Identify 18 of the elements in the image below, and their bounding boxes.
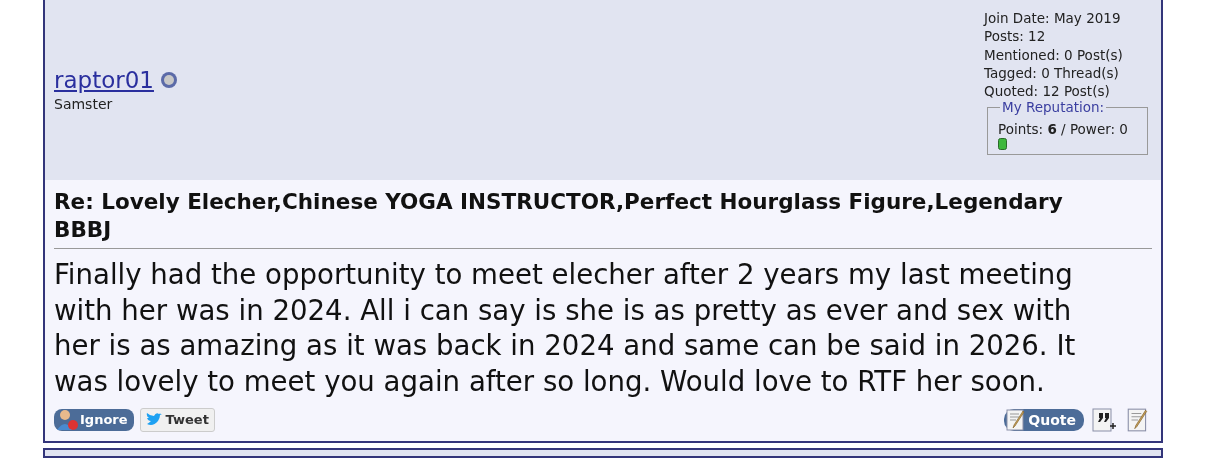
- user-stat: Quoted: 12 Post(s): [984, 82, 1111, 101]
- person-icon: [54, 408, 80, 432]
- ignore-button[interactable]: Ignore: [54, 409, 134, 431]
- reputation-icon: [998, 138, 1007, 151]
- tweet-button[interactable]: Tweet: [139, 408, 215, 432]
- post-title: Re: Lovely Elecher,Chinese YOGA INSTRUCTOR,Perfect Hourglass Figure,Legendary BBBJ: [54, 188, 1152, 249]
- user-stat: Mentioned: 0 Post(s): [984, 45, 1124, 64]
- post-body: Finally had the opportunity to meet elecher after 2 years my last meeting with her was in 2024. All i can say is she is as pretty as ever and sex with her is as amazing as it was back in 2024 and same can be said in 2026. It was lovely to meet you again after so long. Would love to RTF her soon.: [54, 257, 1077, 399]
- quote-button[interactable]: Quote: [1004, 409, 1084, 431]
- user-stat: Tagged: 0 Thread(s): [984, 63, 1120, 83]
- reputation-points: Points: 6 / Power: 0: [998, 119, 1129, 139]
- bird-icon: [145, 413, 162, 427]
- user-title: Samster: [54, 95, 114, 114]
- multiquote-button[interactable]: [1090, 407, 1118, 433]
- user-stat: Join Date: May 2019: [984, 9, 1122, 28]
- user-stat: Posts: 12: [984, 27, 1047, 46]
- reputation-legend: My Reputation:: [1000, 98, 1107, 117]
- username-link[interactable]: raptor01: [54, 66, 154, 94]
